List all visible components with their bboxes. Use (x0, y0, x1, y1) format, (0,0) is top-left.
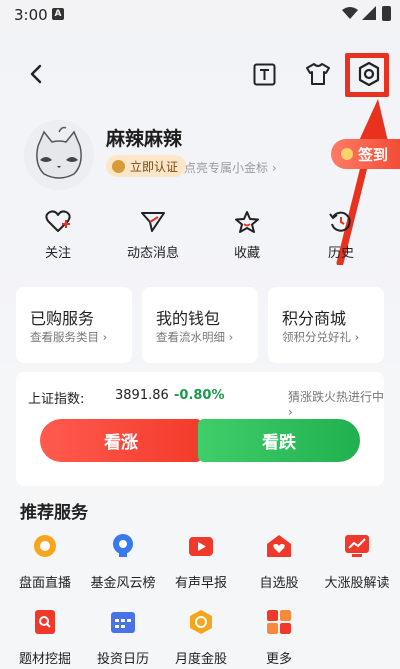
section-title: 推荐服务 (20, 503, 88, 523)
service-label: 基金风云榜 (90, 576, 156, 591)
settings-highlight (345, 53, 389, 97)
trend-icon (345, 535, 369, 557)
bullish-button[interactable]: 看涨 (40, 419, 202, 462)
star-icon (235, 211, 259, 233)
battery-icon (382, 6, 391, 21)
text-size-icon[interactable] (253, 63, 276, 86)
skin-icon[interactable] (305, 62, 331, 86)
card-title: 已购服务 (30, 309, 95, 328)
card-purchased-services[interactable]: 已购服务 查看服务类目 › (16, 287, 132, 363)
quick-label: 历史 (327, 246, 354, 261)
card-subtitle: 查看服务类目 › (30, 330, 108, 344)
play-icon (189, 537, 213, 556)
index-change: -0.80% (174, 388, 225, 403)
quick-label: 动态消息 (126, 246, 179, 261)
service-label: 大涨股解读 (324, 576, 390, 591)
service-more[interactable]: 更多 (240, 609, 318, 667)
quick-favorites[interactable]: 收藏 (207, 210, 287, 261)
status-time: 3:00 (14, 6, 48, 24)
service-watchlist[interactable]: 自选股 (240, 533, 318, 591)
card-subtitle: 查看流水明细 › (156, 330, 234, 344)
service-fund-ranking[interactable]: 基金风云榜 (84, 533, 162, 591)
service-live[interactable]: 盘面直播 (6, 533, 84, 591)
signal-icon (362, 6, 376, 20)
magnifier-icon (35, 610, 55, 634)
verify-badge-button[interactable]: 立即认证 (106, 155, 187, 177)
service-investment-calendar[interactable]: 投资日历 (84, 609, 162, 667)
bearish-label: 看跌 (262, 433, 296, 453)
bullish-label: 看涨 (104, 433, 138, 453)
service-label: 自选股 (259, 576, 299, 591)
quick-messages[interactable]: 动态消息 (113, 210, 193, 261)
heart-home-icon (267, 535, 291, 557)
service-label: 更多 (265, 652, 292, 667)
service-label: 投资日历 (96, 652, 149, 667)
history-icon (329, 211, 351, 232)
card-wallet[interactable]: 我的钱包 查看流水明细 › (142, 287, 258, 363)
wifi-icon (342, 7, 358, 19)
card-title: 我的钱包 (156, 309, 221, 328)
service-label: 题材挖掘 (18, 652, 71, 667)
light-badge-link[interactable]: 点亮专属小金标 › (184, 159, 277, 176)
service-surge-analysis[interactable]: 大涨股解读 (318, 533, 396, 591)
index-label: 上证指数: (28, 392, 85, 407)
notification-icon: A (52, 8, 64, 20)
service-label: 盘面直播 (18, 576, 71, 591)
card-points-mall[interactable]: 积分商城 领积分兑好礼 › (268, 287, 384, 363)
trophy-icon (113, 534, 133, 557)
service-label: 月度金股 (174, 652, 227, 667)
grid-icon (267, 610, 291, 634)
card-title: 积分商城 (282, 309, 347, 328)
heart-plus-icon (45, 210, 71, 232)
back-icon[interactable] (26, 62, 46, 86)
live-icon (34, 535, 56, 557)
service-monthly-gold-stock[interactable]: 月度金股 (162, 609, 240, 667)
quick-history[interactable]: 历史 (301, 210, 381, 261)
status-bar: 3:00 A (0, 0, 400, 30)
service-theme-mining[interactable]: 题材挖掘 (6, 609, 84, 667)
index-value: 3891.86 (115, 388, 169, 403)
quick-label: 关注 (44, 246, 71, 261)
index-card: 上证指数: 3891.86 -0.80% 猜涨跌火热进行中 › 看涨 看跌 (16, 372, 384, 486)
service-label: 有声早报 (174, 576, 227, 591)
gold-stock-icon (190, 610, 212, 634)
send-icon (141, 212, 165, 232)
verify-icon (112, 159, 125, 173)
quick-label: 收藏 (233, 246, 260, 261)
quick-follow[interactable]: 关注 (18, 210, 98, 261)
bearish-button[interactable]: 看跌 (198, 419, 360, 462)
guess-link[interactable]: 猜涨跌火热进行中 › (288, 388, 384, 419)
cat-avatar-icon (24, 120, 94, 190)
signin-button[interactable]: 签到 (331, 139, 400, 169)
coin-icon (341, 148, 353, 160)
verify-label: 立即认证 (130, 159, 179, 174)
service-audio-report[interactable]: 有声早报 (162, 533, 240, 591)
signin-label: 签到 (358, 145, 389, 164)
card-subtitle: 领积分兑好礼 › (282, 330, 360, 344)
avatar[interactable] (24, 120, 94, 190)
calendar-icon (111, 612, 135, 633)
username: 麻辣麻辣 (106, 128, 183, 150)
